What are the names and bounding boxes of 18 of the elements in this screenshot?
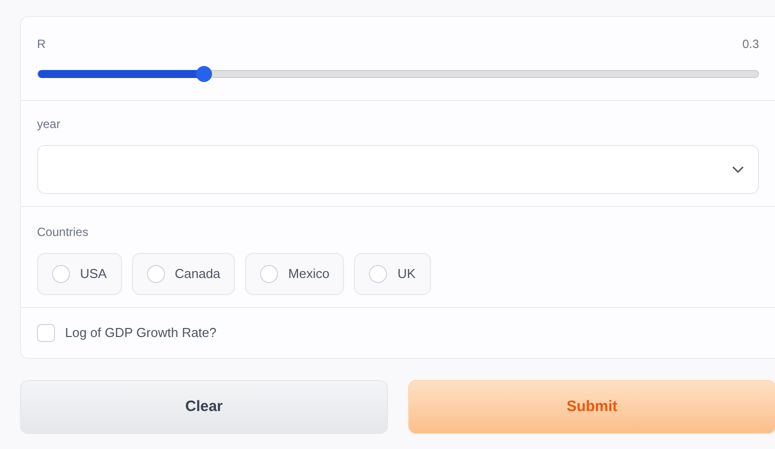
- chevron-down-icon: [732, 166, 744, 174]
- slider-value: 0.3: [742, 36, 759, 53]
- countries-label: Countries: [37, 224, 90, 241]
- checkbox-label: Log of GDP Growth Rate?: [65, 324, 217, 342]
- country-radio-option[interactable]: UK: [354, 253, 431, 295]
- radio-label: UK: [397, 265, 416, 284]
- country-radio-option[interactable]: USA: [37, 253, 122, 295]
- slider-thumb[interactable]: [196, 66, 212, 82]
- radio-label: Canada: [174, 265, 220, 284]
- clear-button[interactable]: Clear: [20, 380, 388, 434]
- radio-label: Mexico: [288, 265, 330, 284]
- slider-label: R: [37, 36, 46, 53]
- country-radio-option[interactable]: Mexico: [245, 253, 344, 295]
- checkbox[interactable]: [37, 324, 55, 342]
- country-radio-option[interactable]: Canada: [132, 253, 236, 295]
- year-label: year: [37, 116, 62, 133]
- radio-label: USA: [80, 265, 107, 284]
- year-dropdown[interactable]: [37, 145, 759, 194]
